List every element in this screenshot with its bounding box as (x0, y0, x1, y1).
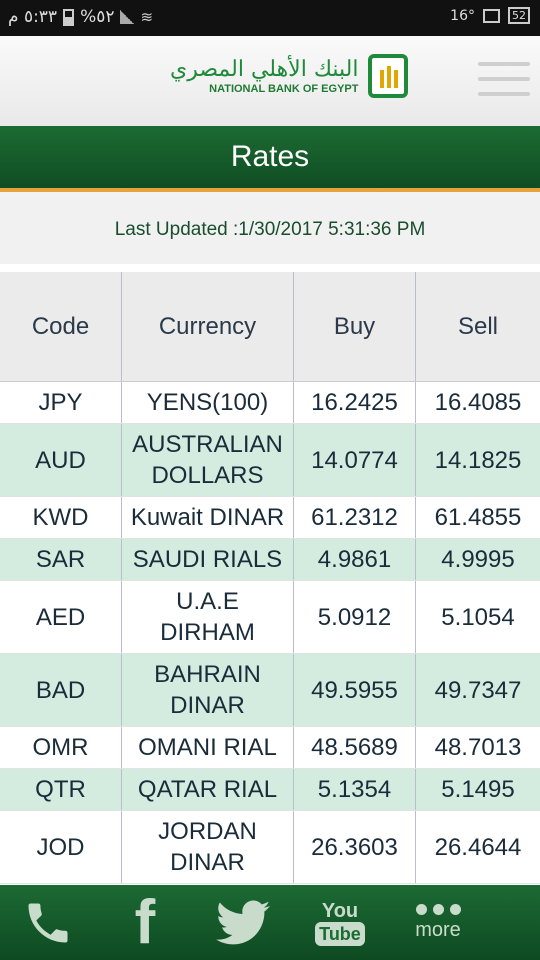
bank-logo[interactable]: البنك الأهلي المصري NATIONAL BANK OF EGY… (170, 54, 409, 98)
battery-percent: %٥٢ (80, 7, 115, 27)
currency-line-1: AUSTRALIAN (132, 431, 283, 458)
cell-sell: 4.9995 (441, 546, 515, 573)
cell-buy: 48.5689 (294, 727, 416, 768)
cell-sell: 14.1825 (434, 446, 522, 474)
cell-sell: 61.4855 (434, 504, 522, 531)
table-row: QTR QATAR RIAL 5.1354 5.1495 (0, 769, 540, 811)
more-dots-icon (415, 903, 461, 915)
currency-line-2: DIRHAM (160, 619, 255, 646)
cell-sell: 26.4644 (434, 833, 522, 861)
cell-currency: SAUDI RIALS (122, 539, 294, 580)
youtube-icon[interactable]: You Tube (312, 885, 368, 960)
column-header-code: Code (0, 272, 122, 381)
currency-line-1: BAHRAIN (154, 661, 261, 688)
battery-icon (63, 8, 75, 26)
table-row: AED U.A.E DIRHAM 5.0912 5.1054 (0, 581, 540, 654)
cell-buy: 61.2312 (294, 497, 416, 538)
cell-buy: 26.3603 (294, 811, 416, 883)
logo-arabic: البنك الأهلي المصري (170, 57, 359, 82)
rates-table[interactable]: Code Currency Buy Sell JPY YENS(100) 16.24… (0, 264, 540, 885)
twitter-icon[interactable] (212, 885, 274, 960)
cell-sell: 5.1054 (441, 603, 515, 631)
table-row: JOD JORDAN DINAR 26.3603 26.4644 (0, 811, 540, 884)
facebook-icon[interactable]: f (120, 885, 170, 960)
gallery-icon (483, 8, 500, 23)
table-row: AUD AUSTRALIAN DOLLARS 14.0774 14.1825 (0, 424, 540, 497)
status-bar: ٥:٣٣ م %٥٢ ≋ 16° 52 (0, 0, 540, 36)
cell-currency: AUSTRALIAN DOLLARS (122, 424, 294, 496)
cell-buy: 49.5955 (294, 654, 416, 726)
currency-line-1: JORDAN (158, 818, 257, 845)
cell-buy: 14.0774 (294, 424, 416, 496)
column-header-buy: Buy (294, 272, 416, 381)
notification-count: 52 (508, 7, 530, 24)
table-row: OMR OMANI RIAL 48.5689 48.7013 (0, 727, 540, 769)
title-bar: Rates (0, 126, 540, 192)
status-time: ٥:٣٣ م (8, 7, 58, 27)
cell-currency: Kuwait DINAR (122, 497, 294, 538)
table-row: JPY YENS(100) 16.2425 16.4085 (0, 382, 540, 424)
currency-line-1: QATAR RIAL (137, 776, 278, 803)
column-header-currency: Currency (122, 272, 294, 381)
youtube-tube-label: Tube (315, 921, 365, 946)
cell-currency: YENS(100) (122, 382, 294, 423)
currency-line-1: U.A.E (176, 588, 239, 615)
cell-code: KWD (0, 497, 122, 538)
logo-text: البنك الأهلي المصري NATIONAL BANK OF EGY… (170, 57, 358, 95)
logo-mark-icon (368, 54, 409, 98)
cell-code: BAD (0, 654, 122, 726)
cell-sell: 16.4085 (434, 389, 522, 416)
cell-buy: 5.1354 (294, 769, 416, 810)
table-body: JPY YENS(100) 16.2425 16.4085 AUD AUSTRALIAN D… (0, 382, 540, 884)
cell-currency: BAHRAIN DINAR (122, 654, 294, 726)
more-label: more (415, 918, 461, 941)
cell-code: AED (0, 581, 122, 653)
cell-currency: QATAR RIAL (122, 769, 294, 810)
cell-sell: 5.1495 (441, 776, 515, 803)
currency-line-1: OMANI RIAL (138, 734, 277, 761)
cell-code: OMR (0, 727, 122, 768)
table-row: SAR SAUDI RIALS 4.9861 4.9995 (0, 539, 540, 581)
bottom-nav: f You Tube more (0, 885, 540, 960)
status-left: ٥:٣٣ م %٥٢ ≋ (8, 7, 153, 27)
cell-code: AUD (0, 424, 122, 496)
table-row: BAD BAHRAIN DINAR 49.5955 49.7347 (0, 654, 540, 727)
logo-english: NATIONAL BANK OF EGYPT (209, 83, 359, 95)
cell-buy: 5.0912 (294, 581, 416, 653)
hamburger-menu-icon[interactable] (478, 62, 530, 102)
cell-buy: 16.2425 (294, 382, 416, 423)
currency-line-2: DINAR (170, 849, 245, 876)
page-title: Rates (230, 140, 310, 173)
table-row: KWD Kuwait DINAR 61.2312 61.4855 (0, 497, 540, 539)
last-updated-text: Last Updated :1/30/2017 5:31:36 PM (114, 219, 426, 240)
signal-icon (120, 10, 135, 24)
status-right: 16° 52 (450, 7, 530, 24)
youtube-you-label: You (321, 899, 359, 922)
temperature: 16° (450, 7, 475, 24)
cell-sell: 49.7347 (434, 676, 522, 704)
phone-icon[interactable] (18, 885, 78, 960)
table-header: Code Currency Buy Sell (0, 264, 540, 382)
currency-line-1: SAUDI RIALS (132, 546, 283, 573)
cell-code: QTR (0, 769, 122, 810)
cell-code: SAR (0, 539, 122, 580)
cell-code: JPY (0, 382, 122, 423)
cell-currency: U.A.E DIRHAM (122, 581, 294, 653)
last-updated-bar: Last Updated :1/30/2017 5:31:36 PM (0, 196, 540, 264)
column-header-sell: Sell (457, 312, 499, 340)
cell-currency: OMANI RIAL (122, 727, 294, 768)
more-button[interactable]: more (405, 885, 471, 960)
currency-line-2: DOLLARS (151, 462, 264, 489)
currency-line-1: YENS(100) (146, 389, 269, 416)
wifi-icon: ≋ (140, 8, 154, 26)
cell-code: JOD (0, 811, 122, 883)
app-header: البنك الأهلي المصري NATIONAL BANK OF EGY… (0, 36, 540, 126)
currency-line-2: DINAR (170, 692, 245, 719)
cell-currency: JORDAN DINAR (122, 811, 294, 883)
cell-sell: 48.7013 (434, 734, 522, 761)
cell-buy: 4.9861 (294, 539, 416, 580)
currency-line-1: Kuwait DINAR (130, 504, 285, 531)
